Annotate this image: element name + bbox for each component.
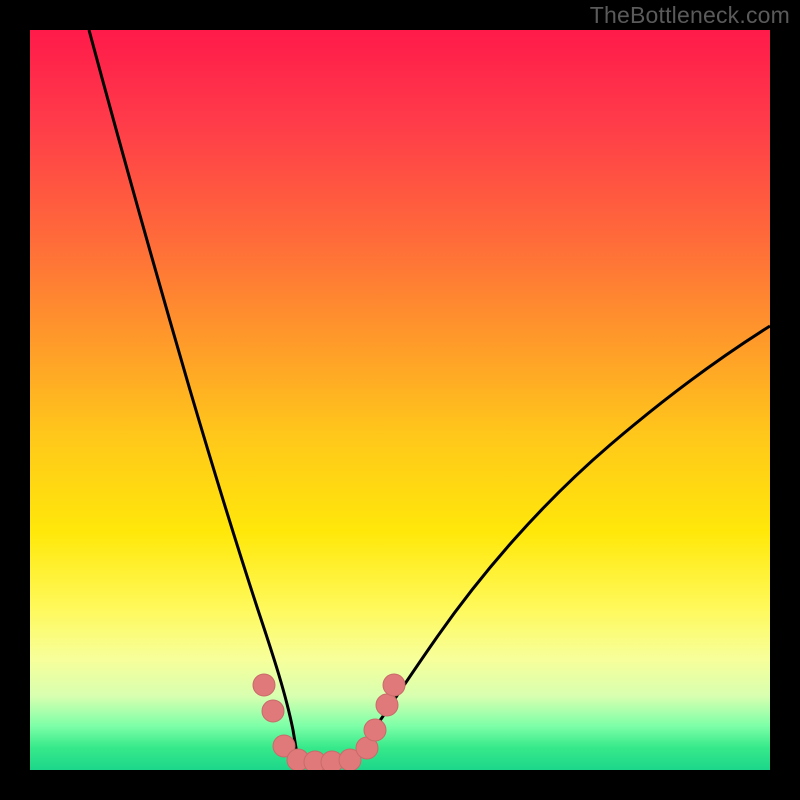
pink-bead <box>253 674 275 696</box>
watermark-text: TheBottleneck.com <box>590 2 790 29</box>
pink-bead <box>364 719 386 741</box>
chart-frame: TheBottleneck.com <box>0 0 800 800</box>
pink-bead <box>262 700 284 722</box>
curve-layer <box>30 30 770 770</box>
marker-group <box>253 674 405 770</box>
curve-left-branch <box>89 30 297 754</box>
curve-right-branch <box>356 326 770 754</box>
pink-bead <box>383 674 405 696</box>
pink-bead <box>376 694 398 716</box>
plot-area <box>30 30 770 770</box>
